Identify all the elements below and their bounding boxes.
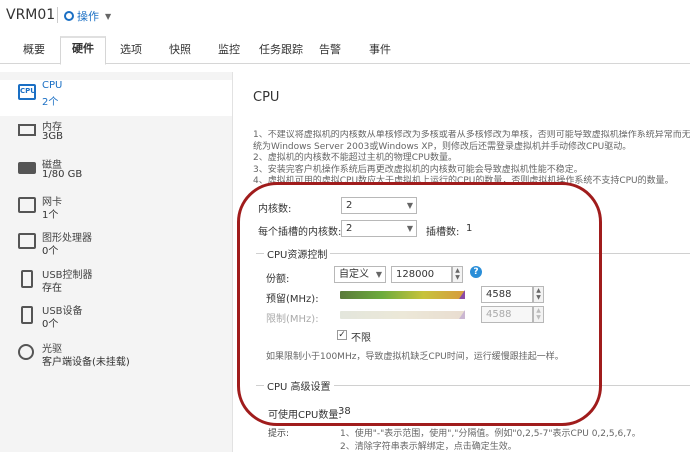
sidebar-item-value: 存在 bbox=[42, 283, 62, 294]
limit-hint: 如果限制小于100MHz，导致虚拟机缺乏CPU时间，运行缓慢跟挂起一样。 bbox=[266, 352, 564, 362]
unlimited-checkbox[interactable]: ✓ bbox=[337, 330, 347, 340]
note-line: 统为Windows Server 2003或Windows XP，则修改后还需登… bbox=[253, 141, 632, 152]
shares-stepper[interactable]: ▲ ▼ bbox=[452, 266, 463, 283]
limit-label: 限制(MHz): bbox=[266, 314, 319, 325]
available-cpu-label: 可使用CPU数量: bbox=[268, 410, 342, 421]
sidebar-item-cpu[interactable]: CPU CPU 2个 bbox=[0, 80, 232, 116]
nic-icon bbox=[18, 197, 36, 213]
sidebar-item-value: 3GB bbox=[42, 131, 63, 142]
reservation-slider[interactable] bbox=[340, 291, 465, 299]
tab-monitor[interactable]: 监控 bbox=[215, 42, 243, 64]
operations-label: 操作 bbox=[77, 10, 99, 23]
sidebar-item-value: 0个 bbox=[42, 246, 59, 257]
advanced-title: CPU 高级设置 bbox=[264, 378, 334, 393]
shares-mode-value: 自定义 bbox=[339, 269, 369, 280]
vm-name: VRM01 bbox=[6, 7, 56, 23]
sidebar-item-usb-controller[interactable]: USB控制器 存在 bbox=[0, 266, 232, 302]
tab-events[interactable]: 事件 bbox=[366, 42, 394, 64]
cores-value: 2 bbox=[346, 200, 353, 211]
cores-per-socket-label: 每个插槽的内核数: bbox=[258, 227, 342, 238]
limit-input: 4588 bbox=[481, 306, 533, 323]
cores-select[interactable]: 2 ▼ bbox=[341, 197, 417, 214]
sidebar-item-gpu[interactable]: 图形处理器 0个 bbox=[0, 229, 232, 265]
divider bbox=[57, 7, 58, 23]
sidebar-item-value: 1个 bbox=[42, 210, 59, 221]
sidebar-item-usb-device[interactable]: USB设备 0个 bbox=[0, 302, 232, 338]
note-line: 3、安装完客户机操作系统后再更改虚拟机的内核数可能会导致虚拟机性能不稳定。 bbox=[253, 164, 583, 175]
cpu-settings-panel: 内核数: 2 ▼ 每个插槽的内核数: 2 ▼ 插槽数: 1 CPU资源控制 份额… bbox=[250, 186, 690, 452]
sockets-label: 插槽数: bbox=[426, 227, 460, 238]
tip-label: 提示: bbox=[268, 429, 290, 439]
sidebar-item-value: 2个 bbox=[42, 97, 59, 108]
top-bar: VRM01 操作 ▼ bbox=[0, 0, 690, 32]
resource-control-title: CPU资源控制 bbox=[264, 246, 331, 261]
unlimited-label: 不限 bbox=[351, 333, 371, 344]
chevron-down-icon: ▼ bbox=[105, 11, 112, 21]
help-icon[interactable]: ? bbox=[470, 266, 482, 278]
reservation-input[interactable]: 4588 bbox=[481, 286, 533, 303]
hardware-sidebar: CPU CPU 2个 内存 3GB 磁盘 1/80 GB 网卡 1个 图形处理器… bbox=[0, 72, 233, 452]
cores-label: 内核数: bbox=[258, 204, 292, 215]
cpu-icon: CPU bbox=[18, 84, 36, 100]
tip-line: 2、清除字符串表示解绑定，点击确定生效。 bbox=[340, 442, 517, 452]
reservation-label: 预留(MHz): bbox=[266, 294, 319, 305]
tab-bar: 概要 硬件 选项 快照 监控 任务跟踪 告警 事件 bbox=[0, 36, 690, 65]
gpu-icon bbox=[18, 233, 36, 249]
limit-stepper: ▲ ▼ bbox=[533, 306, 544, 323]
sidebar-item-value: 客户端设备(未挂载) bbox=[42, 357, 130, 368]
shares-mode-select[interactable]: 自定义 ▼ bbox=[334, 266, 386, 283]
tab-snapshots[interactable]: 快照 bbox=[166, 42, 194, 64]
limit-slider bbox=[340, 311, 465, 319]
chevron-down-icon: ▼ bbox=[406, 201, 413, 210]
sidebar-item-nic[interactable]: 网卡 1个 bbox=[0, 193, 232, 229]
tip-line: 1、使用"-"表示范围，使用","分隔值。例如"0,2,5-7"表示CPU 0,… bbox=[340, 429, 641, 439]
disk-icon bbox=[18, 162, 36, 174]
reservation-stepper[interactable]: ▲ ▼ bbox=[533, 286, 544, 303]
available-cpu-value: 38 bbox=[338, 406, 351, 417]
gear-icon bbox=[64, 11, 74, 21]
tab-summary[interactable]: 概要 bbox=[20, 42, 48, 64]
note-line: 2、虚拟机的内核数不能超过主机的物理CPU数量。 bbox=[253, 153, 458, 163]
chevron-down-icon: ▼ bbox=[375, 270, 382, 279]
sidebar-item-label: CPU bbox=[42, 80, 63, 91]
page-title: CPU bbox=[253, 90, 280, 105]
sidebar-item-value: 0个 bbox=[42, 319, 59, 330]
tab-task-tracking[interactable]: 任务跟踪 bbox=[257, 42, 305, 64]
usb-controller-icon bbox=[21, 270, 33, 288]
chevron-down-icon: ▼ bbox=[406, 224, 413, 233]
sidebar-item-cdrom[interactable]: 光驱 客户端设备(未挂载) bbox=[0, 340, 232, 376]
usb-device-icon bbox=[21, 306, 33, 324]
sidebar-item-value: 1/80 GB bbox=[42, 169, 83, 180]
note-line: 1、不建议将虚拟机的内核数从单核修改为多核或者从多核修改为单核，否则可能导致虚拟… bbox=[253, 130, 690, 140]
cores-per-socket-value: 2 bbox=[346, 223, 353, 234]
tab-alarms[interactable]: 告警 bbox=[316, 42, 344, 64]
tab-hardware[interactable]: 硬件 bbox=[60, 36, 106, 65]
tab-options[interactable]: 选项 bbox=[117, 42, 145, 64]
operations-menu[interactable]: 操作 ▼ bbox=[64, 8, 111, 24]
shares-label: 份额: bbox=[266, 274, 290, 285]
cdrom-icon bbox=[18, 344, 34, 360]
sockets-value: 1 bbox=[466, 223, 473, 234]
cores-per-socket-select[interactable]: 2 ▼ bbox=[341, 220, 417, 237]
cpu-notes: 1、不建议将虚拟机的内核数从单核修改为多核或者从多核修改为单核，否则可能导致虚拟… bbox=[253, 130, 690, 188]
sidebar-item-memory[interactable]: 内存 3GB bbox=[0, 118, 232, 154]
shares-input[interactable]: 128000 bbox=[391, 266, 452, 283]
memory-icon bbox=[18, 124, 36, 136]
sidebar-item-disk[interactable]: 磁盘 1/80 GB bbox=[0, 156, 232, 192]
